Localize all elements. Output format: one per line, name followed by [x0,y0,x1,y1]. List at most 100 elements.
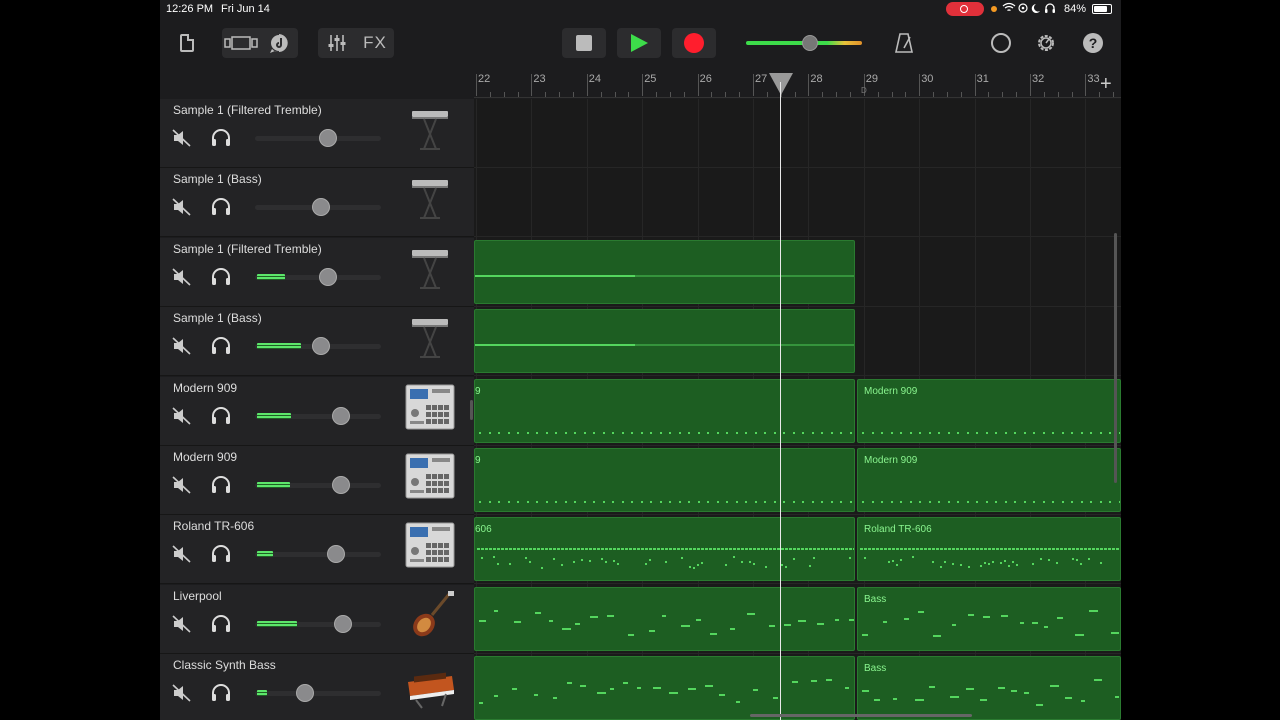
chat-icon [991,33,1011,53]
mute-icon[interactable] [172,615,192,633]
track-volume-knob[interactable] [319,267,337,286]
track-volume-knob[interactable] [334,614,352,633]
track-region[interactable]: Bass [857,586,1121,651]
solo-headphones-icon[interactable] [210,267,232,287]
solo-headphones-icon[interactable] [210,614,232,634]
midi-note [567,682,573,685]
drum-hit [908,548,911,551]
horizontal-scrollbar[interactable] [750,714,972,717]
drum-hit [837,548,840,551]
mute-icon[interactable] [172,268,192,286]
solo-headphones-icon[interactable] [210,406,232,426]
track-region[interactable] [474,239,855,304]
drum-hit [613,560,615,563]
midi-note [513,620,521,623]
track-region[interactable] [474,586,855,651]
drum-hit [968,566,970,569]
tracks-area[interactable]: 9 Modern 909 9 Modern 909 606 Roland TR-606 Ba… [474,99,1121,720]
solo-headphones-icon[interactable] [210,336,232,356]
track-header[interactable]: Sample 1 (Filtered Tremble) [160,237,474,307]
drum-hit [1116,548,1119,551]
drum-hit [561,548,564,551]
mute-icon[interactable] [172,545,192,563]
help-button[interactable]: ? [1080,28,1106,58]
track-header[interactable]: Sample 1 (Filtered Tremble) [160,99,474,168]
drum-machine-icon[interactable] [402,452,458,502]
drum-hit [783,501,785,503]
track-region[interactable]: Bass [857,656,1121,720]
drum-hit [841,548,844,551]
mute-icon[interactable] [172,337,192,355]
track-header[interactable]: Modern 909 [160,376,474,446]
track-lane[interactable] [474,168,1121,238]
track-volume-slider[interactable] [255,691,381,697]
track-header[interactable]: Modern 909 [160,446,474,515]
mute-icon[interactable] [172,684,192,702]
track-header[interactable]: Sample 1 (Bass) [160,307,474,377]
track-header[interactable]: Classic Synth Bass [160,654,474,720]
fx-button[interactable]: FX [356,33,394,53]
bass-guitar-icon[interactable] [402,590,458,641]
settings-button[interactable] [1033,28,1059,58]
solo-headphones-icon[interactable] [210,683,232,703]
drum-hit [537,548,540,551]
timeline-ruler[interactable]: 22 23 24 25 26 27 28 29 30 31 32 33 [474,70,1121,98]
track-region[interactable]: 9 [474,378,855,443]
header-resize-handle[interactable] [470,400,473,420]
drum-machine-icon[interactable] [402,383,458,433]
track-volume-knob[interactable] [332,476,350,494]
track-region[interactable]: Roland TR-606 [857,517,1121,582]
drum-hit [1100,548,1103,551]
synth-icon[interactable] [402,660,458,710]
track-region[interactable] [474,309,855,374]
my-songs-button[interactable] [174,28,200,58]
track-header[interactable]: Roland TR-606 [160,515,474,585]
view-toggle-button[interactable] [222,35,260,51]
solo-headphones-icon[interactable] [210,197,232,217]
drum-machine-icon[interactable] [402,521,458,571]
loop-browser-button[interactable] [260,32,298,54]
add-section-button[interactable]: + [1100,74,1112,94]
track-header[interactable]: Liverpool [160,584,474,654]
keyboard-icon[interactable] [402,244,458,294]
track-volume-slider[interactable] [255,136,381,141]
track-volume-knob[interactable] [312,337,330,356]
mute-icon[interactable] [172,407,192,425]
stop-button[interactable] [562,28,606,58]
track-region[interactable]: Modern 909 [857,378,1121,443]
track-volume-knob[interactable] [296,684,314,703]
track-volume-knob[interactable] [332,406,350,425]
track-volume-knob[interactable] [312,198,330,217]
track-volume-knob[interactable] [319,129,337,147]
master-volume-knob[interactable] [802,35,818,51]
stop-icon [576,35,592,51]
drum-hit [581,548,584,551]
drum-hit [781,548,784,551]
mute-icon[interactable] [172,198,192,216]
solo-headphones-icon[interactable] [210,128,232,148]
track-header[interactable]: Sample 1 (Bass) [160,168,474,238]
keyboard-icon[interactable] [402,313,458,363]
drum-hit [924,548,927,551]
mute-icon[interactable] [172,129,192,147]
keyboard-icon[interactable] [402,105,458,155]
keyboard-icon[interactable] [402,174,458,224]
mixer-button[interactable] [318,33,356,53]
track-region[interactable]: 9 [474,448,855,512]
play-button[interactable] [617,28,661,58]
chat-button[interactable] [988,28,1014,58]
playhead-handle[interactable] [769,73,793,95]
track-region[interactable]: Modern 909 [857,448,1121,512]
track-volume-slider[interactable] [255,552,381,558]
track-region[interactable] [474,656,855,720]
track-lane[interactable] [474,99,1121,168]
track-region[interactable]: 606 [474,517,855,582]
drum-hit [1090,431,1092,434]
solo-headphones-icon[interactable] [210,475,232,495]
solo-headphones-icon[interactable] [210,544,232,564]
track-volume-knob[interactable] [327,545,345,564]
metronome-button[interactable] [891,28,917,58]
mute-icon[interactable] [172,476,192,494]
record-button[interactable] [672,28,716,58]
vertical-scrollbar[interactable] [1114,233,1117,483]
